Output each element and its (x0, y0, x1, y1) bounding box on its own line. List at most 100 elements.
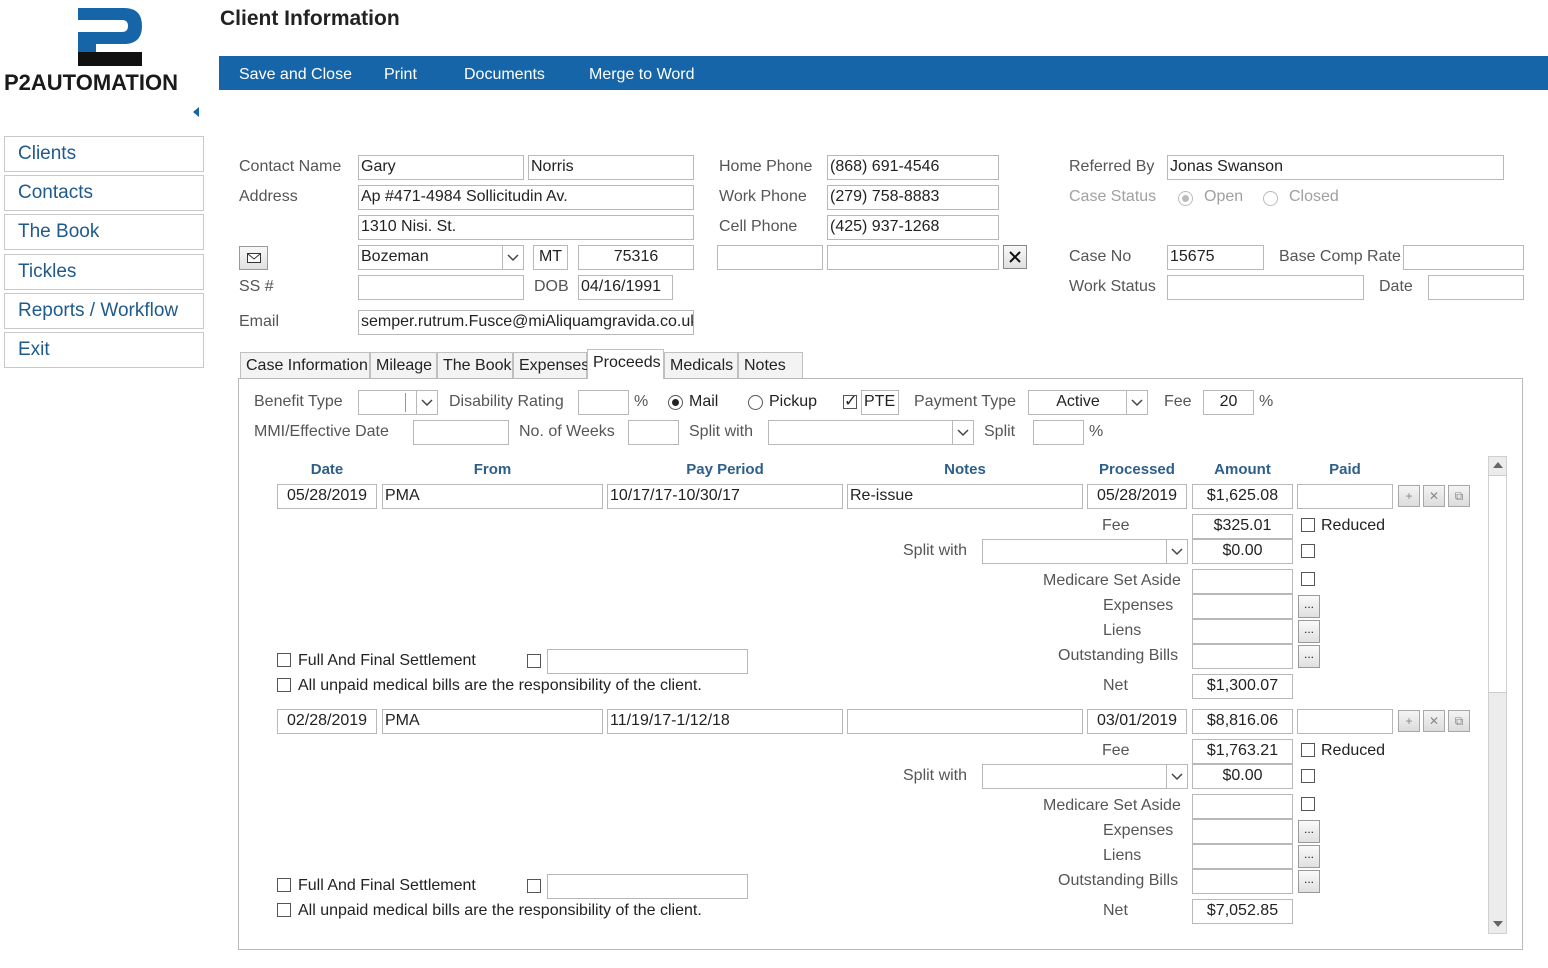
work-phone-field[interactable]: (279) 758-8883 (827, 185, 999, 210)
chevron-down-icon[interactable] (1126, 391, 1147, 414)
row-paid-field[interactable] (1297, 484, 1393, 509)
home-phone-field[interactable]: (868) 691-4546 (827, 155, 999, 180)
clear-phone-button[interactable] (1003, 245, 1027, 269)
mmi-date-field[interactable] (413, 420, 509, 445)
disability-rating-field[interactable] (578, 390, 629, 415)
tab-mileage[interactable]: Mileage (370, 352, 437, 378)
case-no-field[interactable]: 15675 (1167, 245, 1264, 270)
full-final-checkbox[interactable] (277, 653, 291, 667)
chevron-down-icon[interactable] (1166, 540, 1187, 563)
medicare-field[interactable] (1192, 794, 1293, 819)
row-from-field[interactable]: PMA (382, 709, 603, 734)
outstanding-field[interactable] (1192, 644, 1293, 669)
fee-detail-field[interactable]: $1,763.21 (1192, 739, 1293, 764)
row-notes-field[interactable]: Re-issue (847, 484, 1083, 509)
payment-type-select[interactable]: Active (1028, 390, 1148, 415)
split-with-detail-select[interactable] (982, 764, 1188, 789)
add-icon[interactable]: + (1398, 710, 1420, 732)
expenses-field[interactable] (1192, 594, 1293, 619)
fee-detail-field[interactable]: $325.01 (1192, 514, 1293, 539)
scrollbar[interactable] (1488, 456, 1507, 934)
row-notes-field[interactable] (847, 709, 1083, 734)
expenses-more-button[interactable]: ... (1298, 820, 1320, 843)
work-status-field[interactable] (1167, 275, 1364, 300)
reduced-checkbox[interactable] (1301, 518, 1315, 532)
nav-the-book[interactable]: The Book (4, 214, 204, 250)
expenses-field[interactable] (1192, 819, 1293, 844)
row-processed-field[interactable]: 03/01/2019 (1087, 709, 1187, 734)
tab-proceeds[interactable]: Proceeds (587, 349, 664, 379)
status-closed-radio[interactable] (1263, 191, 1278, 206)
liens-more-button[interactable]: ... (1298, 620, 1320, 643)
outstanding-field[interactable] (1192, 869, 1293, 894)
first-name-field[interactable]: Gary (358, 155, 524, 180)
chevron-down-icon[interactable] (1166, 765, 1187, 788)
unpaid-checkbox[interactable] (277, 678, 291, 692)
cell-phone-field[interactable]: (425) 937-1268 (827, 215, 999, 240)
row-date-field[interactable]: 02/28/2019 (277, 709, 377, 734)
chevron-down-icon[interactable] (416, 391, 437, 414)
tab-the-book[interactable]: The Book (437, 352, 513, 378)
row-pay-period-field[interactable]: 11/19/17-1/12/18 (607, 709, 843, 734)
row-date-field[interactable]: 05/28/2019 (277, 484, 377, 509)
row-pay-period-field[interactable]: 10/17/17-10/30/17 (607, 484, 843, 509)
outstanding-more-button[interactable]: ... (1298, 870, 1320, 893)
status-open-radio[interactable] (1178, 191, 1193, 206)
reduced-checkbox[interactable] (1301, 743, 1315, 757)
address2-field[interactable]: 1310 Nisi. St. (358, 215, 694, 240)
split-with-detail-select[interactable] (982, 539, 1188, 564)
delete-icon[interactable]: ✕ (1423, 485, 1445, 507)
tab-medicals[interactable]: Medicals (664, 352, 738, 378)
nav-tickles[interactable]: Tickles (4, 254, 204, 290)
fee-field[interactable]: 20 (1203, 390, 1254, 415)
unpaid-checkbox[interactable] (277, 903, 291, 917)
row-paid-field[interactable] (1297, 709, 1393, 734)
referred-by-field[interactable]: Jonas Swanson (1167, 155, 1504, 180)
full-final-field[interactable] (547, 649, 748, 674)
medicare-field[interactable] (1192, 569, 1293, 594)
tab-expenses[interactable]: Expenses (513, 352, 589, 378)
full-final-extra-checkbox[interactable] (527, 879, 541, 893)
state-field[interactable]: MT (533, 245, 568, 270)
liens-field[interactable] (1192, 844, 1293, 869)
row-from-field[interactable]: PMA (382, 484, 603, 509)
row-amount-field[interactable]: $8,816.06 (1192, 709, 1293, 734)
outstanding-more-button[interactable]: ... (1298, 645, 1320, 668)
liens-more-button[interactable]: ... (1298, 845, 1320, 868)
split-checkbox[interactable] (1301, 769, 1315, 783)
medicare-checkbox[interactable] (1301, 572, 1315, 586)
copy-icon[interactable]: ⧉ (1448, 710, 1470, 732)
delete-icon[interactable]: ✕ (1423, 710, 1445, 732)
split-amount-field[interactable]: $0.00 (1192, 764, 1293, 789)
merge-to-word-button[interactable]: Merge to Word (589, 66, 695, 84)
expenses-more-button[interactable]: ... (1298, 595, 1320, 618)
split-with-select[interactable] (768, 420, 974, 445)
last-name-field[interactable]: Norris (528, 155, 694, 180)
weeks-field[interactable] (628, 420, 679, 445)
address-card-button[interactable] (239, 246, 268, 270)
print-button[interactable]: Print (384, 66, 417, 84)
pte-field[interactable]: PTE (861, 390, 899, 415)
pte-checkbox[interactable] (843, 391, 857, 411)
chevron-down-icon[interactable] (502, 246, 523, 269)
collapse-arrow-icon[interactable] (193, 107, 199, 117)
city-select[interactable]: Bozeman (358, 245, 524, 270)
ss-field[interactable] (358, 275, 524, 300)
copy-icon[interactable]: ⧉ (1448, 485, 1470, 507)
extra-phone-label-field[interactable] (717, 245, 823, 270)
benefit-type-select[interactable] (358, 390, 438, 415)
full-final-checkbox[interactable] (277, 878, 291, 892)
pickup-radio[interactable] (748, 395, 763, 410)
split-checkbox[interactable] (1301, 544, 1315, 558)
nav-reports-workflow[interactable]: Reports / Workflow (4, 293, 204, 329)
documents-button[interactable]: Documents (464, 66, 545, 84)
nav-contacts[interactable]: Contacts (4, 175, 204, 211)
email-field[interactable]: semper.rutrum.Fusce@miAliquamgravida.co.… (358, 310, 694, 335)
nav-exit[interactable]: Exit (4, 332, 204, 368)
chevron-down-icon[interactable] (952, 421, 973, 444)
save-and-close-button[interactable]: Save and Close (239, 66, 352, 84)
row-amount-field[interactable]: $1,625.08 (1192, 484, 1293, 509)
split-amount-field[interactable]: $0.00 (1192, 539, 1293, 564)
zip-field[interactable]: 75316 (578, 245, 694, 270)
row-processed-field[interactable]: 05/28/2019 (1087, 484, 1187, 509)
